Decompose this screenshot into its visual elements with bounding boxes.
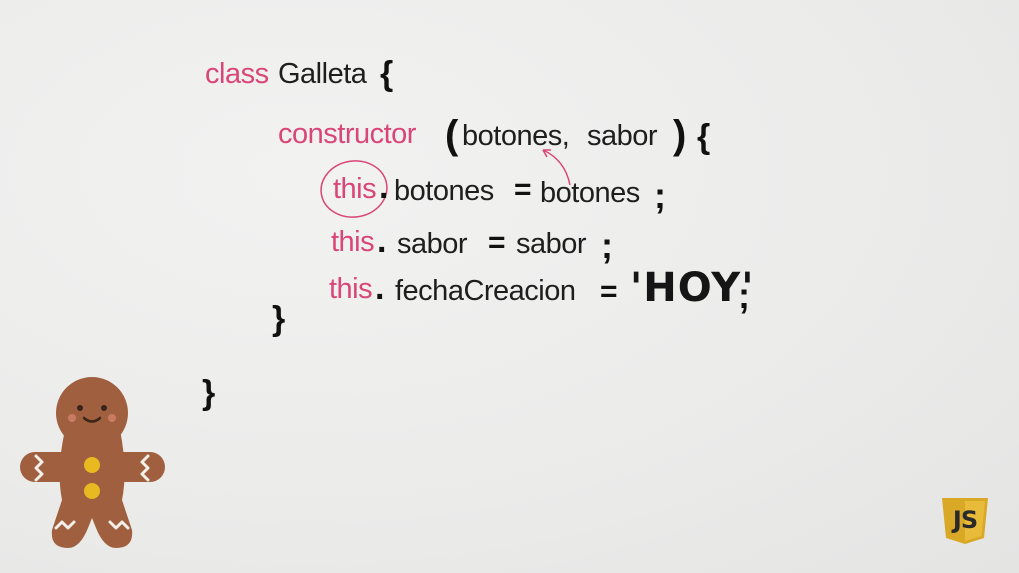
js-logo-icon: JS	[940, 496, 990, 546]
gingerbread-man-icon	[20, 377, 165, 548]
js-logo-text: JS	[952, 506, 978, 534]
slide: class Galleta { constructor ( botones, s…	[0, 0, 1019, 573]
